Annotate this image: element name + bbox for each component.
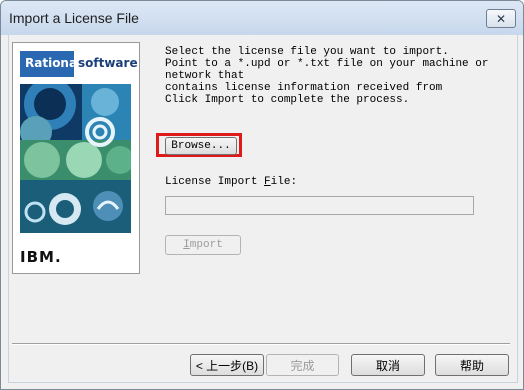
finish-button[interactable]: 完成 bbox=[266, 354, 339, 376]
browse-button[interactable]: Browse... bbox=[165, 137, 237, 155]
close-icon: ✕ bbox=[495, 11, 507, 26]
import-button[interactable]: Import bbox=[165, 235, 241, 255]
logo-rational-text: Rational. bbox=[20, 51, 86, 77]
import-accelerator: I bbox=[183, 239, 190, 251]
label-accelerator: F bbox=[264, 176, 271, 188]
artwork-image bbox=[20, 84, 131, 233]
import-license-dialog: Import a License File ✕ Rational. softwa… bbox=[0, 0, 524, 390]
instruction-line: contains license information received fr… bbox=[165, 82, 443, 94]
license-file-field[interactable] bbox=[165, 196, 474, 215]
license-file-label: License Import File: bbox=[165, 176, 297, 188]
instruction-line: Select the license file you want to impo… bbox=[165, 46, 449, 58]
close-button[interactable]: ✕ bbox=[486, 9, 516, 28]
instruction-line: network that bbox=[165, 70, 245, 82]
help-button[interactable]: 帮助 bbox=[435, 354, 509, 376]
rational-software-logo: Rational. software bbox=[20, 51, 138, 77]
window-title: Import a License File bbox=[9, 10, 139, 26]
decorative-artwork bbox=[20, 84, 131, 233]
footer-divider bbox=[12, 343, 510, 345]
instruction-line: Point to a *.upd or *.txt file on your m… bbox=[165, 58, 489, 70]
label-prefix: License Import bbox=[165, 176, 265, 188]
title-bar[interactable]: Import a License File ✕ bbox=[1, 1, 523, 35]
branding-panel: Rational. software IBM. bbox=[12, 42, 140, 274]
back-button[interactable]: < 上一步(B) bbox=[190, 354, 264, 376]
label-suffix: ile: bbox=[270, 176, 298, 188]
logo-software-text: software bbox=[78, 56, 138, 70]
import-label: mport bbox=[189, 239, 223, 251]
instructions-text: Select the license file you want to impo… bbox=[165, 46, 505, 106]
cancel-button[interactable]: 取消 bbox=[351, 354, 425, 376]
ibm-logo: IBM. bbox=[20, 248, 62, 266]
instruction-line: Click Import to complete the process. bbox=[165, 94, 410, 106]
